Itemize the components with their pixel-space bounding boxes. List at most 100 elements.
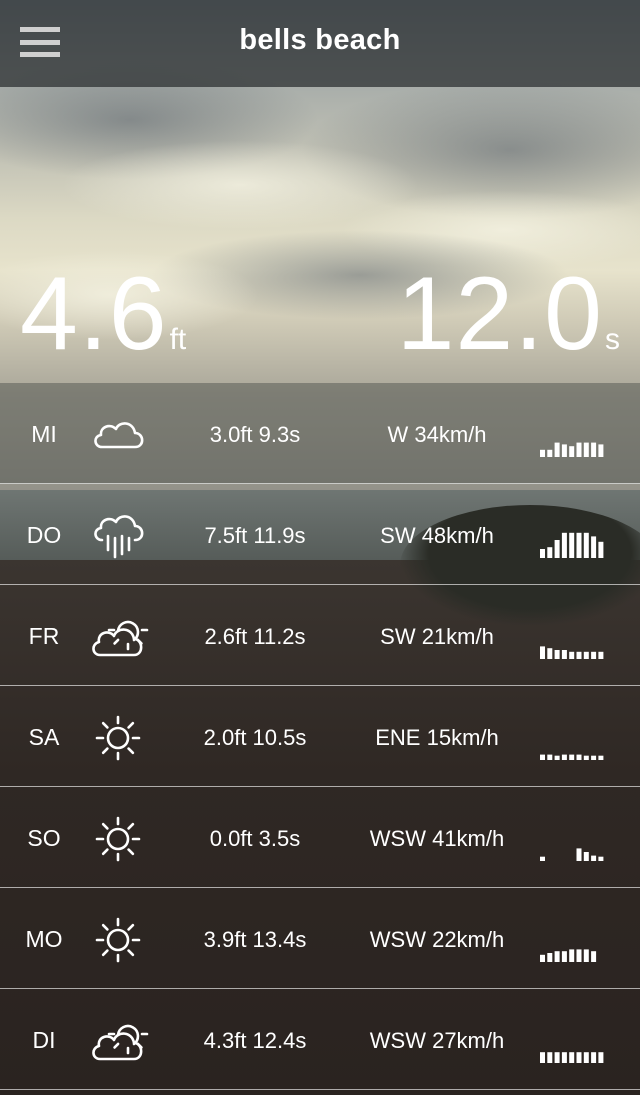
rain-icon (88, 510, 148, 562)
swell-trend-bars (540, 1027, 606, 1063)
swell-info: 7.5ft 11.9s (204, 523, 306, 548)
trend-bar (547, 1052, 553, 1063)
trend-bar (569, 532, 575, 558)
wave-height-value: 4.6 (20, 256, 168, 372)
wave-height-unit: ft (169, 323, 187, 356)
trend-bar (547, 953, 553, 962)
trend-bar (583, 532, 589, 558)
trend-bar (576, 848, 582, 861)
location-title: bells beach (239, 24, 401, 56)
forecast-list: MI 3.0ft 9.3s W 34km/h DO 7.5ft 11.9s SW… (0, 383, 640, 1090)
wind-info: WSW 22km/h (369, 927, 505, 952)
trend-bar (598, 651, 604, 659)
forecast-row[interactable]: SO 0.0ft 3.5s WSW 41km/h (0, 787, 640, 888)
sun-icon (88, 712, 148, 764)
swell-trend-bars (540, 926, 606, 962)
trend-bar (598, 1052, 604, 1063)
trend-bar (547, 547, 553, 558)
trend-bar (569, 446, 575, 457)
swell-info: 3.0ft 9.3s (209, 422, 301, 447)
trend-bar (554, 1052, 560, 1063)
trend-bar (569, 651, 575, 659)
trend-bar (576, 754, 582, 760)
swell-trend-bars (540, 825, 606, 861)
wave-period-value: 12.0 (396, 256, 603, 372)
day-label: SA (28, 724, 60, 750)
trend-bar (583, 852, 589, 861)
swell-info: 2.6ft 11.2s (204, 624, 306, 649)
trend-bar (583, 1052, 589, 1063)
sun-icon (88, 813, 148, 865)
trend-bar (569, 1052, 575, 1063)
forecast-row[interactable]: FR 2.6ft 11.2s SW 21km/h (0, 585, 640, 686)
wind-info: SW 21km/h (380, 624, 494, 649)
trend-bar (598, 541, 604, 558)
forecast-row[interactable]: MO 3.9ft 13.4s WSW 22km/h (0, 888, 640, 989)
sun-icon (88, 914, 148, 966)
trend-bar (569, 949, 575, 962)
trend-bar (554, 650, 560, 659)
forecast-row[interactable]: DO 7.5ft 11.9s SW 48km/h (0, 484, 640, 585)
swell-trend-bars (540, 623, 606, 659)
day-label: SO (27, 825, 61, 851)
trend-bar (583, 442, 589, 457)
trend-bar (598, 444, 604, 457)
trend-bar (540, 1052, 545, 1063)
trend-bar (561, 1052, 567, 1063)
trend-bar (591, 536, 597, 558)
trend-bar (591, 855, 597, 861)
swell-trend-bars (540, 522, 606, 558)
trend-bar (547, 648, 553, 659)
trend-bar (540, 856, 545, 861)
trend-bar (540, 646, 545, 659)
trend-bar (561, 951, 567, 962)
trend-bar (591, 651, 597, 659)
trend-bar (576, 949, 582, 962)
trend-bar (561, 754, 567, 760)
trend-bar (554, 442, 560, 457)
forecast-row[interactable]: SA 2.0ft 10.5s ENE 15km/h (0, 686, 640, 787)
day-label: FR (28, 623, 60, 649)
day-label: MO (25, 926, 63, 952)
day-label: DI (32, 1027, 56, 1053)
trend-bar (591, 951, 597, 962)
trend-bar (576, 1052, 582, 1063)
trend-bar (540, 449, 545, 457)
swell-info: 3.9ft 13.4s (203, 927, 307, 952)
swell-info: 2.0ft 10.5s (203, 725, 307, 750)
day-label: DO (26, 522, 62, 548)
trend-bar (591, 755, 597, 760)
wind-info: WSW 41km/h (369, 826, 505, 851)
wind-info: W 34km/h (387, 422, 487, 447)
trend-bar (569, 754, 575, 760)
day-label: MI (31, 421, 57, 447)
current-wave-height: 4.6ft (20, 262, 186, 366)
current-wave-period: 12.0s (397, 262, 620, 366)
swell-trend-bars (540, 724, 606, 760)
trend-bar (591, 442, 597, 457)
trend-bar (561, 650, 567, 659)
trend-bar (583, 755, 589, 760)
swell-info: 0.0ft 3.5s (209, 826, 301, 851)
trend-bar (554, 951, 560, 962)
trend-bar (561, 444, 567, 457)
trend-bar (591, 1052, 597, 1063)
trend-bar (576, 651, 582, 659)
trend-bar (576, 532, 582, 558)
wind-info: ENE 15km/h (375, 725, 499, 750)
partly-cloudy-icon (88, 611, 149, 663)
top-bar: bells beach (0, 0, 640, 87)
swell-info: 4.3ft 12.4s (203, 1028, 307, 1053)
trend-bar (598, 755, 604, 760)
swell-trend-bars (540, 421, 606, 457)
trend-bar (561, 532, 567, 558)
wave-period-unit: s (605, 323, 620, 356)
wind-info: WSW 27km/h (369, 1028, 505, 1053)
forecast-row[interactable]: DI 4.3ft 12.4s WSW 27km/h (0, 989, 640, 1090)
trend-bar (583, 651, 589, 659)
trend-bar (598, 856, 604, 861)
forecast-row[interactable]: MI 3.0ft 9.3s W 34km/h (0, 383, 640, 484)
trend-bar (540, 954, 545, 962)
trend-bar (554, 540, 560, 558)
trend-bar (540, 754, 545, 760)
